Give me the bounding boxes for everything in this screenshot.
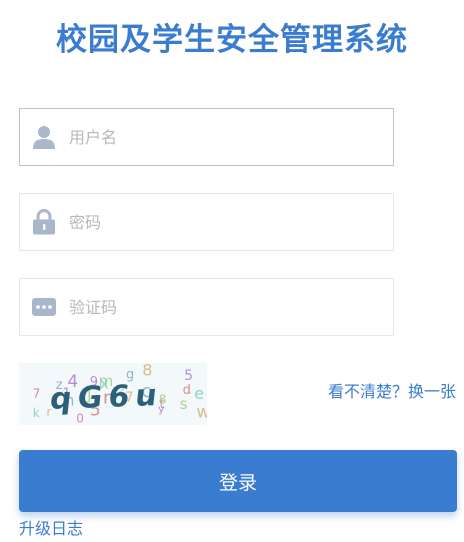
- captcha-noise-char: k: [33, 406, 40, 420]
- password-input[interactable]: [69, 194, 379, 250]
- captcha-image[interactable]: 7hm85k0ncsr92tdzj7ye15g8w4x qG6u: [19, 363, 207, 425]
- username-field[interactable]: [19, 108, 394, 166]
- captcha-noise-char: 8: [142, 363, 152, 379]
- captcha-noise-char: w: [196, 403, 207, 423]
- captcha-input[interactable]: [69, 279, 379, 335]
- page-title: 校园及学生安全管理系统: [56, 22, 408, 58]
- user-icon: [33, 126, 55, 149]
- login-button[interactable]: 登录: [19, 450, 457, 512]
- captcha-code: qG6u: [48, 378, 164, 417]
- captcha-noise-char: d: [183, 383, 191, 398]
- keyboard-icon: [32, 298, 56, 316]
- captcha-field[interactable]: [19, 278, 394, 336]
- captcha-noise-char: 7: [33, 386, 41, 400]
- refresh-captcha-link[interactable]: 看不清楚？换一张: [328, 378, 456, 402]
- captcha-noise-char: 5: [184, 368, 193, 384]
- lock-icon: [33, 209, 55, 235]
- changelog-link[interactable]: 升级日志: [19, 515, 83, 539]
- password-field[interactable]: [19, 193, 394, 251]
- username-input[interactable]: [69, 109, 379, 165]
- captcha-noise-char: e: [194, 384, 204, 403]
